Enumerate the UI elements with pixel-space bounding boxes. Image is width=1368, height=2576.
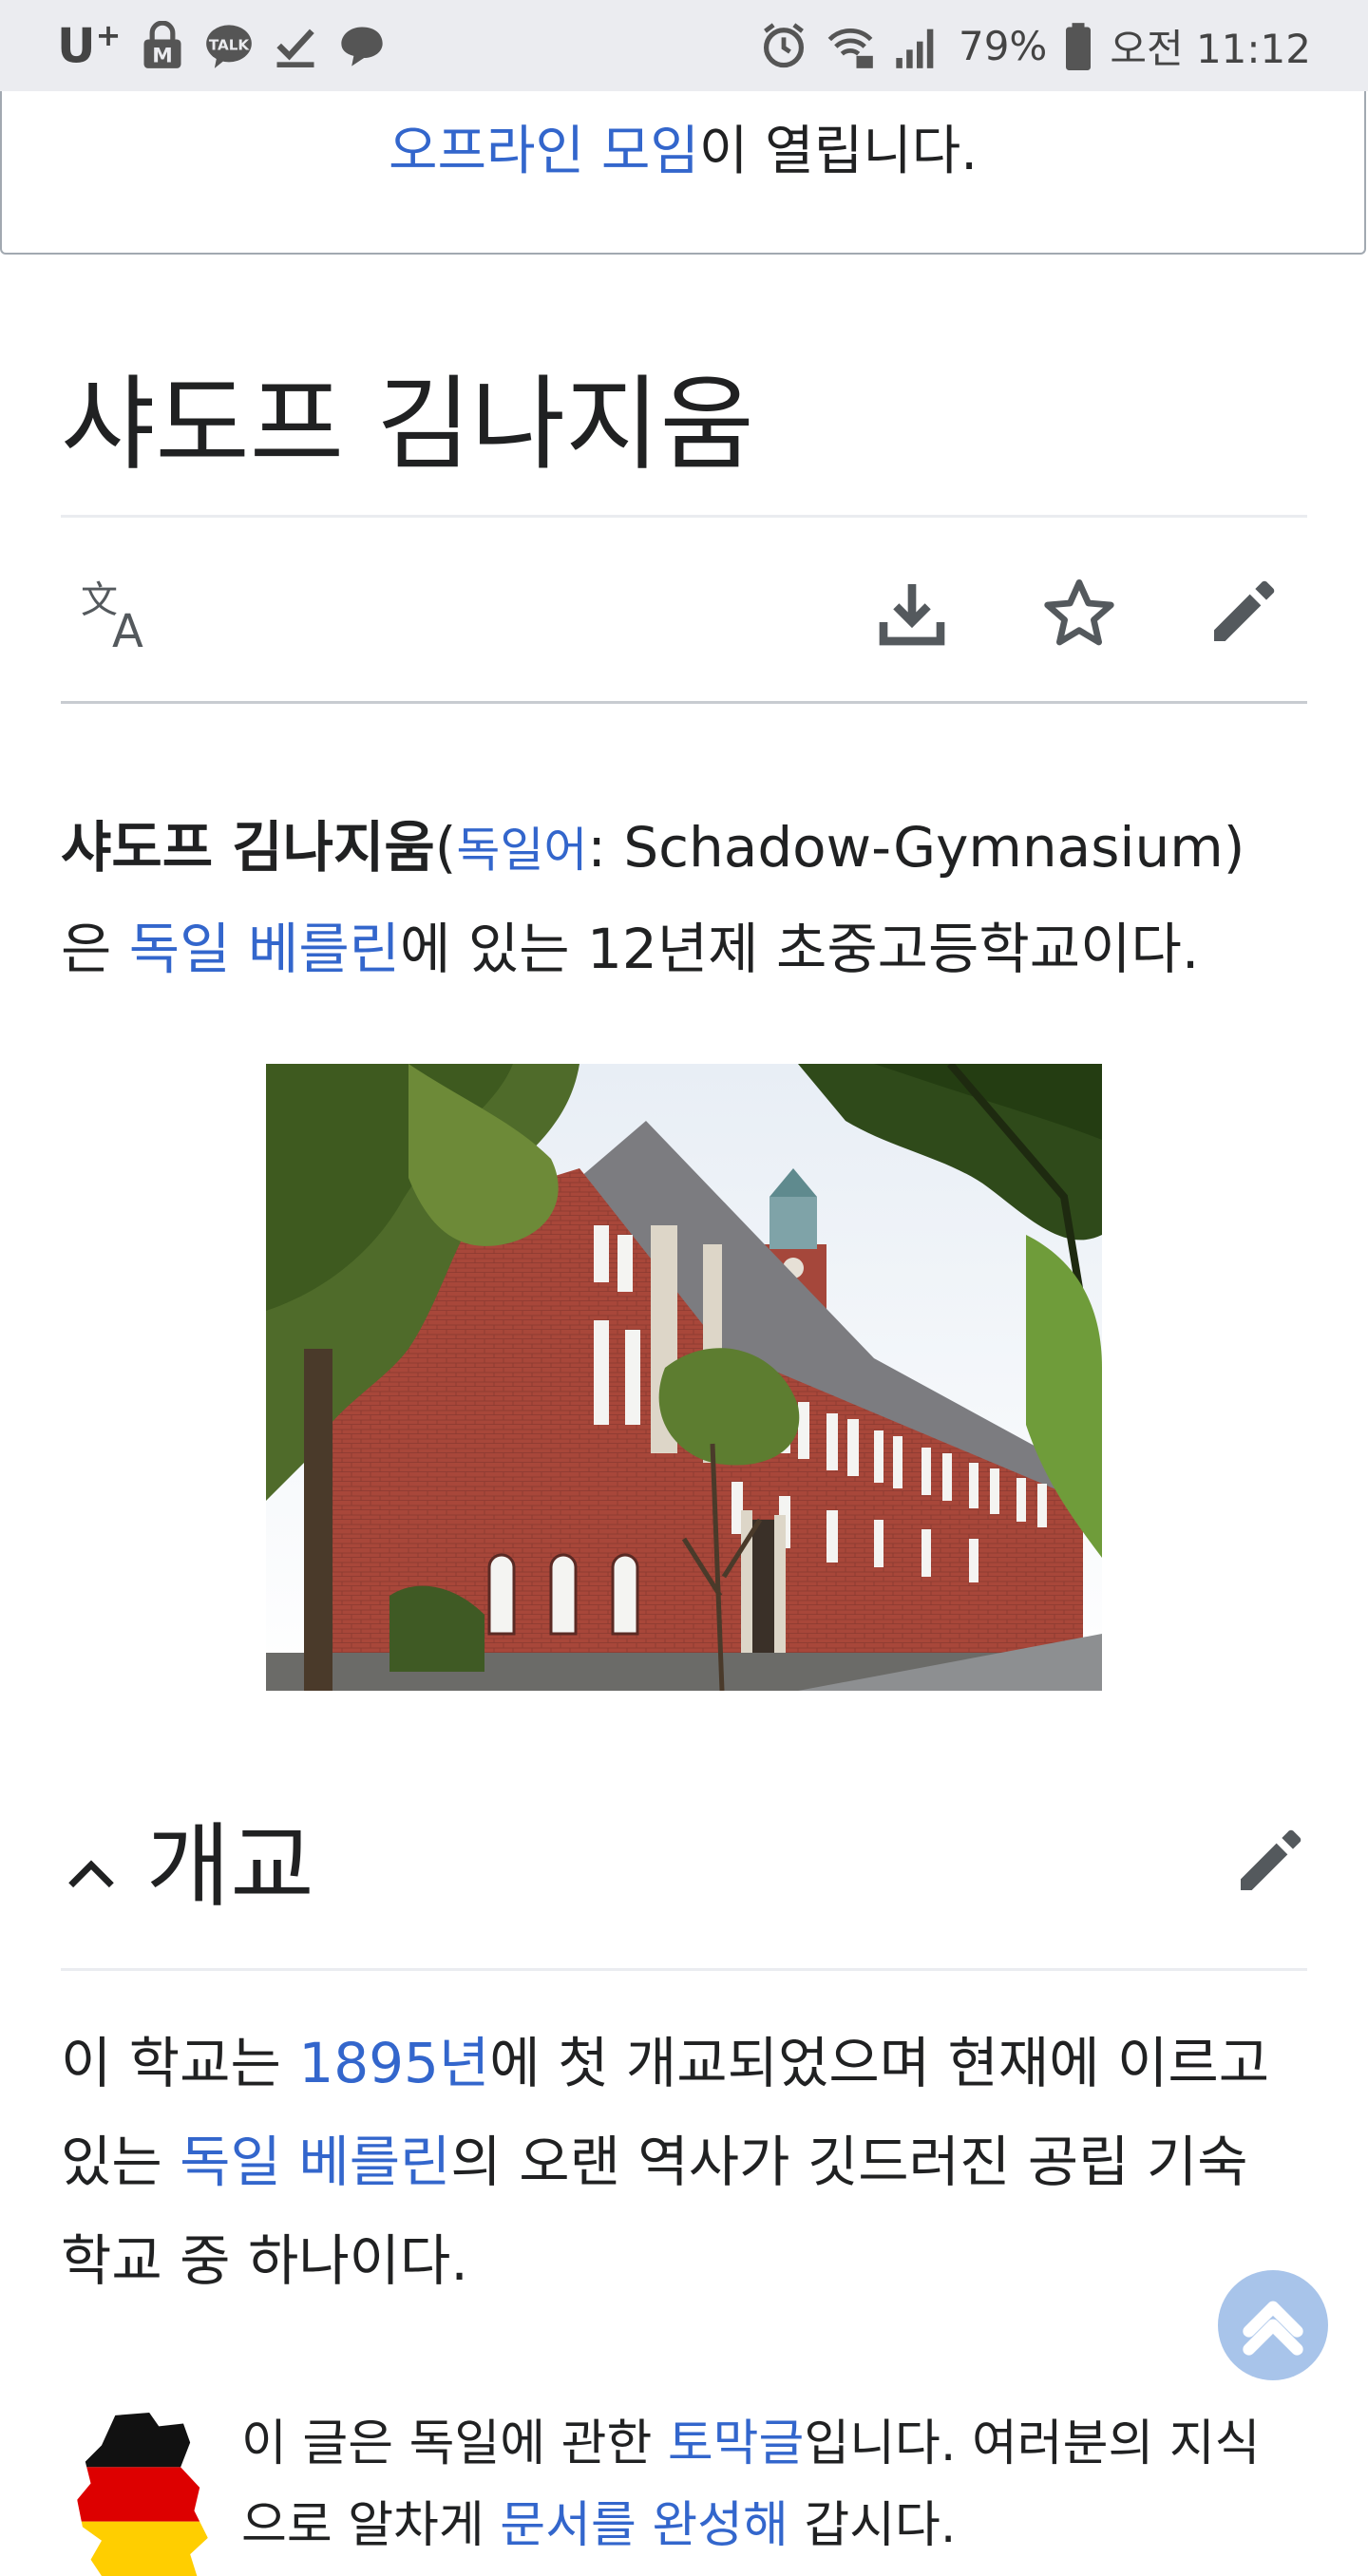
actions-divider	[61, 701, 1307, 704]
kakaotalk-icon: TALK	[204, 21, 254, 70]
stub-text-3: 갑시다.	[788, 2497, 957, 2554]
banner-rest: 이 열립니다.	[698, 121, 978, 182]
lock-m-icon: M	[138, 21, 187, 70]
page-title: 샤도프 김나지움	[61, 366, 754, 484]
page-actions-bar: 文 A	[61, 518, 1307, 700]
section-edit-icon[interactable]	[1231, 1824, 1307, 1900]
clock: 오전 11:12	[1110, 25, 1311, 72]
svg-text:A: A	[112, 605, 143, 651]
scroll-to-top-button[interactable]	[1218, 2270, 1328, 2380]
stub-article-link[interactable]: 토막글	[668, 2415, 805, 2472]
alarm-icon	[759, 21, 808, 70]
berlin-germany-link-2[interactable]: 독일 베를린	[180, 2130, 450, 2194]
signal-icon	[892, 21, 941, 70]
history-text-1: 이 학교는	[61, 2031, 299, 2095]
star-icon[interactable]	[1041, 575, 1117, 651]
battery-percent: 79%	[958, 22, 1048, 69]
status-bar: U+ M TALK 79% 오전 11:12	[0, 0, 1368, 91]
download-done-icon	[271, 21, 320, 70]
svg-text:TALK: TALK	[209, 36, 251, 53]
status-right: 79% 오전 11:12	[759, 17, 1311, 75]
section-divider	[61, 1968, 1307, 1971]
complete-article-link[interactable]: 문서를 완성해	[500, 2497, 788, 2554]
intro-rest: 에 있는 12년제 초중고등학교이다.	[400, 917, 1200, 981]
germany-map-flag-icon	[77, 2413, 208, 2576]
particle: 은	[61, 917, 129, 981]
wifi-lock-icon	[826, 21, 875, 70]
carrier-label: U+	[57, 17, 122, 74]
school-building-photo[interactable]	[266, 1064, 1102, 1691]
battery-icon	[1064, 21, 1092, 70]
german-language-link[interactable]: 독일어	[456, 823, 587, 878]
banner-text: 오프라인 모임이 열립니다.	[2, 108, 1364, 185]
download-icon[interactable]	[874, 575, 950, 651]
open-paren: (	[434, 815, 457, 880]
section-heading-founding[interactable]: 개교	[61, 1805, 1307, 1966]
chevron-up-icon[interactable]	[61, 1845, 122, 1905]
berlin-germany-link[interactable]: 독일 베를린	[129, 917, 400, 981]
site-notice-banner: 오프라인 모임이 열립니다.	[0, 91, 1366, 255]
edit-icon[interactable]	[1205, 575, 1281, 651]
chat-icon	[337, 21, 387, 70]
stub-text-1: 이 글은 독일에 관한	[241, 2415, 668, 2472]
offline-meetup-link[interactable]: 오프라인 모임	[389, 121, 699, 182]
stub-notice: 이 글은 독일에 관한 토막글입니다. 여러분의 지식으로 알차게 문서를 완성…	[61, 2403, 1307, 2576]
history-paragraph: 이 학교는 1895년에 첫 개교되었으며 현재에 이르고 있는 독일 베를린의…	[61, 2014, 1315, 2310]
intro-paragraph: 샤도프 김나지움(독일어: Schadow-Gymnasium) 은 독일 베를린…	[61, 798, 1315, 998]
german-name: : Schadow-Gymnasium)	[587, 815, 1245, 880]
svg-text:M: M	[153, 44, 174, 67]
double-chevron-up-icon	[1243, 2301, 1303, 2356]
section-title: 개교	[146, 1813, 314, 1920]
translate-icon[interactable]: 文 A	[78, 575, 163, 658]
year-1895-link[interactable]: 1895년	[298, 2031, 489, 2095]
status-left: U+ M TALK	[57, 17, 387, 74]
stub-text: 이 글은 독일에 관한 토막글입니다. 여러분의 지식으로 알차게 문서를 완성…	[241, 2403, 1305, 2567]
subject-name: 샤도프 김나지움	[61, 815, 435, 880]
